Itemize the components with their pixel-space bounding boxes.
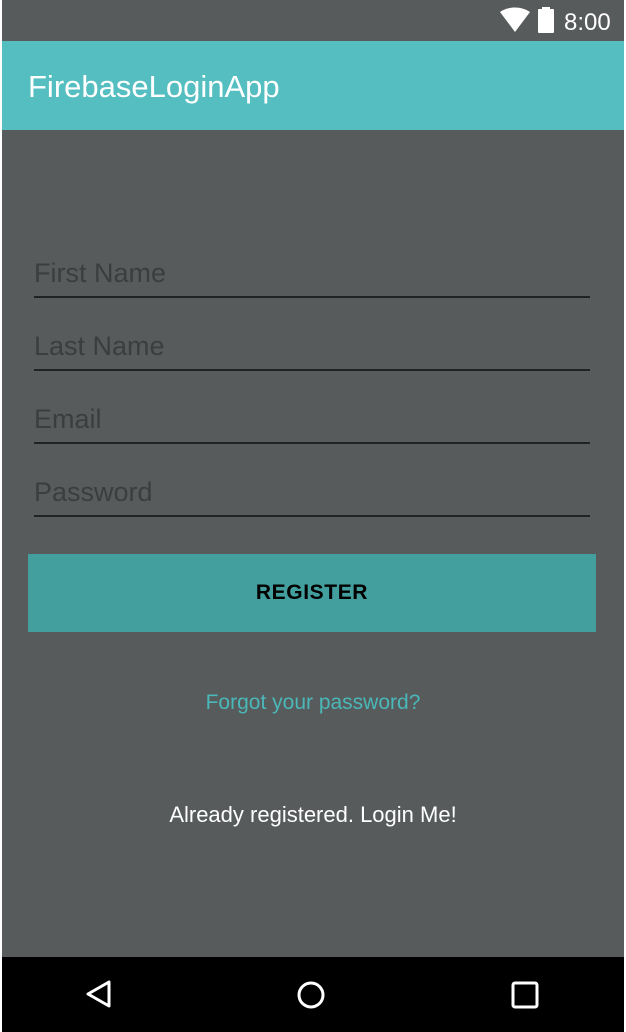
login-link[interactable]: Already registered. Login Me! xyxy=(2,800,624,830)
battery-icon xyxy=(538,7,554,33)
app-title: FirebaseLoginApp xyxy=(28,69,280,104)
register-screen: 8:00 FirebaseLoginApp REGISTER Forgot yo… xyxy=(2,0,624,1032)
register-button[interactable]: REGISTER xyxy=(28,554,596,632)
status-time: 8:00 xyxy=(564,9,611,36)
app-bar: FirebaseLoginApp xyxy=(2,41,624,130)
status-bar: 8:00 xyxy=(2,0,624,41)
password-field xyxy=(34,457,590,517)
last-name-field xyxy=(34,311,590,371)
back-icon[interactable] xyxy=(84,979,114,1009)
password-input[interactable] xyxy=(34,473,586,511)
email-input[interactable] xyxy=(34,400,586,438)
navigation-bar xyxy=(2,957,624,1032)
first-name-input[interactable] xyxy=(34,254,586,292)
email-field xyxy=(34,384,590,444)
wifi-icon xyxy=(500,7,530,32)
forgot-password-link[interactable]: Forgot your password? xyxy=(2,689,624,717)
recents-icon[interactable] xyxy=(511,981,539,1009)
first-name-field xyxy=(34,238,590,298)
home-icon[interactable] xyxy=(296,980,326,1010)
last-name-input[interactable] xyxy=(34,327,586,365)
